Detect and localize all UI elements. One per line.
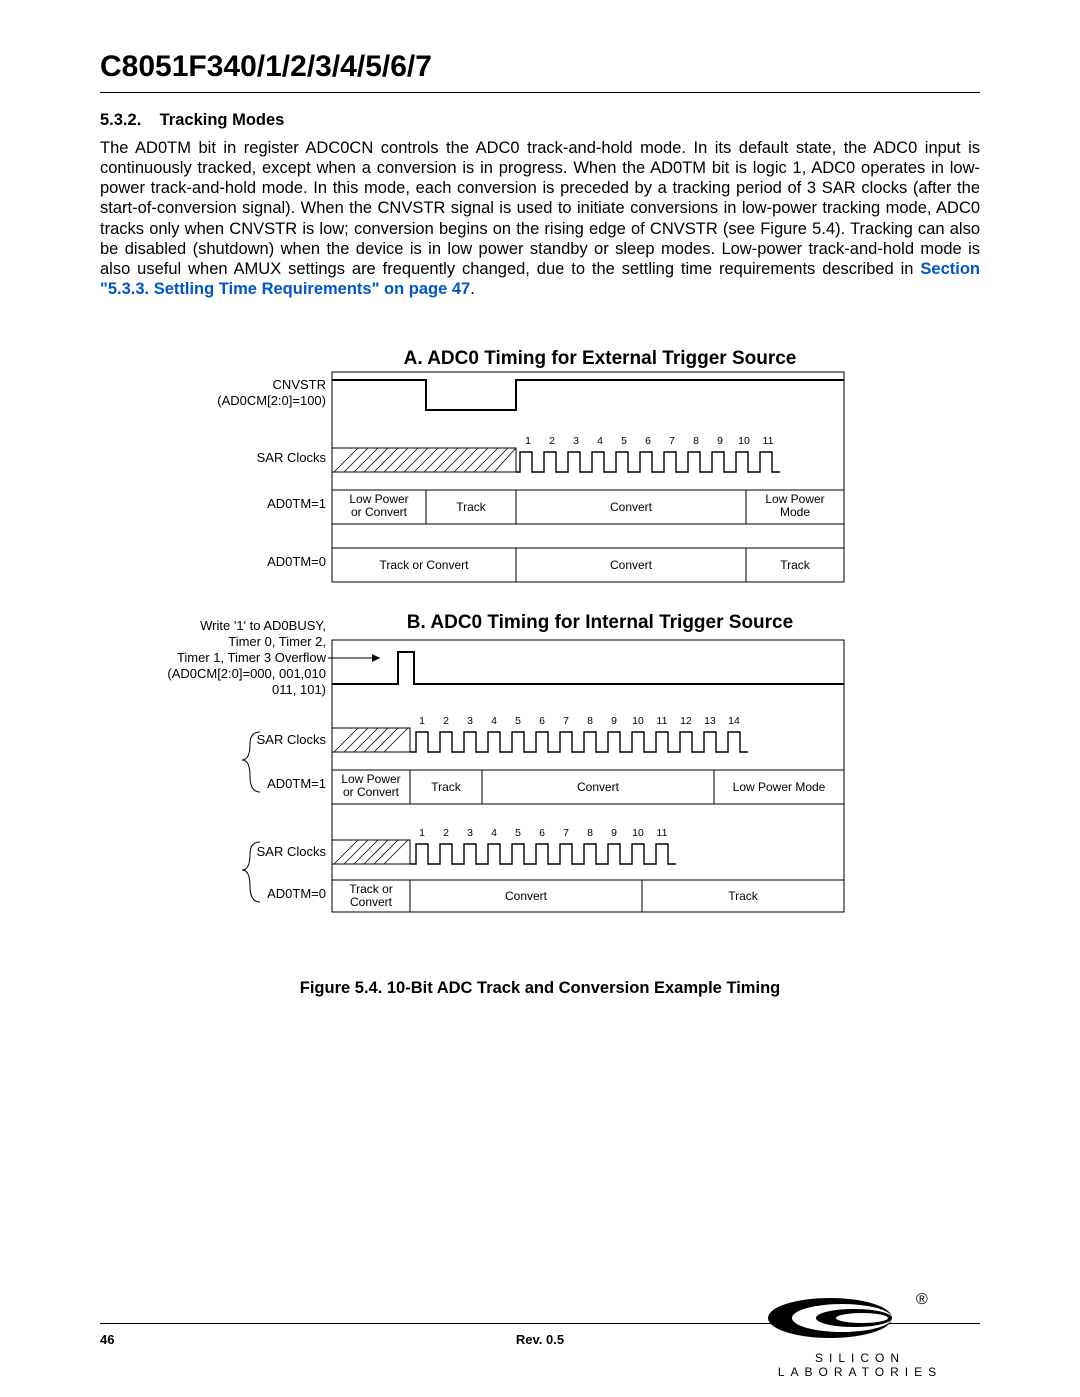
svg-text:AD0TM=0: AD0TM=0 (267, 886, 326, 901)
svg-text:8: 8 (587, 715, 593, 727)
body-text-1: The AD0TM bit in register ADC0CN control… (100, 139, 980, 278)
section-number: 5.3.2. (100, 111, 141, 129)
revision: Rev. 0.5 (516, 1332, 564, 1347)
svg-text:4: 4 (491, 715, 497, 727)
svg-text:(AD0CM[2:0]=000, 001,010: (AD0CM[2:0]=000, 001,010 (167, 666, 326, 681)
svg-text:Convert: Convert (577, 780, 620, 794)
svg-text:1: 1 (419, 715, 425, 727)
page-number: 46 (100, 1332, 114, 1347)
svg-text:10: 10 (632, 827, 644, 839)
figure-caption: Figure 5.4. 10-Bit ADC Track and Convers… (100, 979, 980, 998)
brand-name: SILICON LABORATORIES (740, 1351, 980, 1379)
svg-text:Convert: Convert (505, 889, 548, 903)
svg-text:3: 3 (467, 715, 473, 727)
svg-text:14: 14 (728, 715, 740, 727)
section-heading: 5.3.2. Tracking Modes (100, 111, 980, 130)
svg-text:5: 5 (621, 435, 627, 447)
svg-text:5: 5 (515, 827, 521, 839)
figure-5-4: A. ADC0 Timing for External Trigger Sour… (100, 344, 980, 998)
svg-text:Track or Convert: Track or Convert (380, 558, 470, 572)
svg-text:9: 9 (611, 827, 617, 839)
svg-text:6: 6 (645, 435, 651, 447)
svg-text:Track: Track (456, 500, 487, 514)
svg-text:Timer 0, Timer 2,: Timer 0, Timer 2, (228, 634, 326, 649)
svg-text:5: 5 (515, 715, 521, 727)
svg-text:2: 2 (549, 435, 555, 447)
svg-text:AD0TM=1: AD0TM=1 (267, 776, 326, 791)
svg-text:2: 2 (443, 827, 449, 839)
svg-text:13: 13 (704, 715, 716, 727)
svg-text:12: 12 (680, 715, 692, 727)
svg-text:Timer 1, Timer 3 Overflow: Timer 1, Timer 3 Overflow (177, 650, 327, 665)
svg-text:Track orConvert: Track orConvert (349, 882, 393, 909)
svg-text:Track: Track (431, 780, 462, 794)
silicon-labs-logo: ® SILICON LABORATORIES (740, 1292, 980, 1379)
ticks-a: 1 2 3 4 5 6 7 8 9 10 11 (525, 435, 774, 447)
label-cnvstr: CNVSTR (273, 377, 326, 392)
title-rule (100, 92, 980, 93)
doc-title: C8051F340/1/2/3/4/5/6/7 (100, 50, 980, 84)
svg-text:Write '1' to AD0BUSY,: Write '1' to AD0BUSY, (200, 618, 326, 633)
svg-text:6: 6 (539, 827, 545, 839)
svg-text:9: 9 (717, 435, 723, 447)
svg-text:10: 10 (738, 435, 750, 447)
svg-text:Convert: Convert (610, 558, 653, 572)
svg-text:6: 6 (539, 715, 545, 727)
svg-text:®: ® (916, 1292, 928, 1308)
svg-text:1: 1 (419, 827, 425, 839)
svg-text:Low Power Mode: Low Power Mode (733, 780, 826, 794)
figure-title-b: B. ADC0 Timing for Internal Trigger Sour… (407, 612, 793, 633)
svg-text:8: 8 (693, 435, 699, 447)
svg-text:3: 3 (573, 435, 579, 447)
svg-text:Low PowerMode: Low PowerMode (765, 492, 824, 519)
svg-text:8: 8 (587, 827, 593, 839)
body-text-2: . (470, 280, 475, 298)
label-cnvstr-sub: (AD0CM[2:0]=100) (217, 393, 326, 408)
svg-text:11: 11 (657, 715, 668, 727)
svg-text:9: 9 (611, 715, 617, 727)
section-title: Tracking Modes (160, 111, 285, 129)
body-paragraph: The AD0TM bit in register ADC0CN control… (100, 138, 980, 299)
label-ad0tm1-a: AD0TM=1 (267, 496, 326, 511)
svg-text:3: 3 (467, 827, 473, 839)
svg-text:7: 7 (563, 827, 569, 839)
svg-text:4: 4 (597, 435, 603, 447)
svg-text:Track: Track (780, 558, 811, 572)
figure-title-a: A. ADC0 Timing for External Trigger Sour… (404, 348, 797, 369)
svg-text:4: 4 (491, 827, 497, 839)
svg-text:SAR Clocks: SAR Clocks (257, 844, 327, 859)
svg-text:7: 7 (563, 715, 569, 727)
a-row1-cell0: Low Poweror Convert (349, 492, 408, 519)
svg-text:11: 11 (657, 827, 668, 839)
label-ad0tm0-a: AD0TM=0 (267, 554, 326, 569)
svg-text:2: 2 (443, 715, 449, 727)
svg-text:Low Poweror Convert: Low Poweror Convert (341, 772, 400, 799)
label-sar-a: SAR Clocks (257, 450, 327, 465)
svg-text:Convert: Convert (610, 500, 653, 514)
svg-text:Track: Track (728, 889, 759, 903)
svg-text:11: 11 (763, 435, 774, 447)
svg-text:SAR Clocks: SAR Clocks (257, 732, 327, 747)
timing-diagram-svg: A. ADC0 Timing for External Trigger Sour… (100, 344, 980, 964)
svg-text:10: 10 (632, 715, 644, 727)
svg-text:1: 1 (525, 435, 531, 447)
svg-text:7: 7 (669, 435, 675, 447)
svg-text:011, 101): 011, 101) (272, 682, 326, 697)
